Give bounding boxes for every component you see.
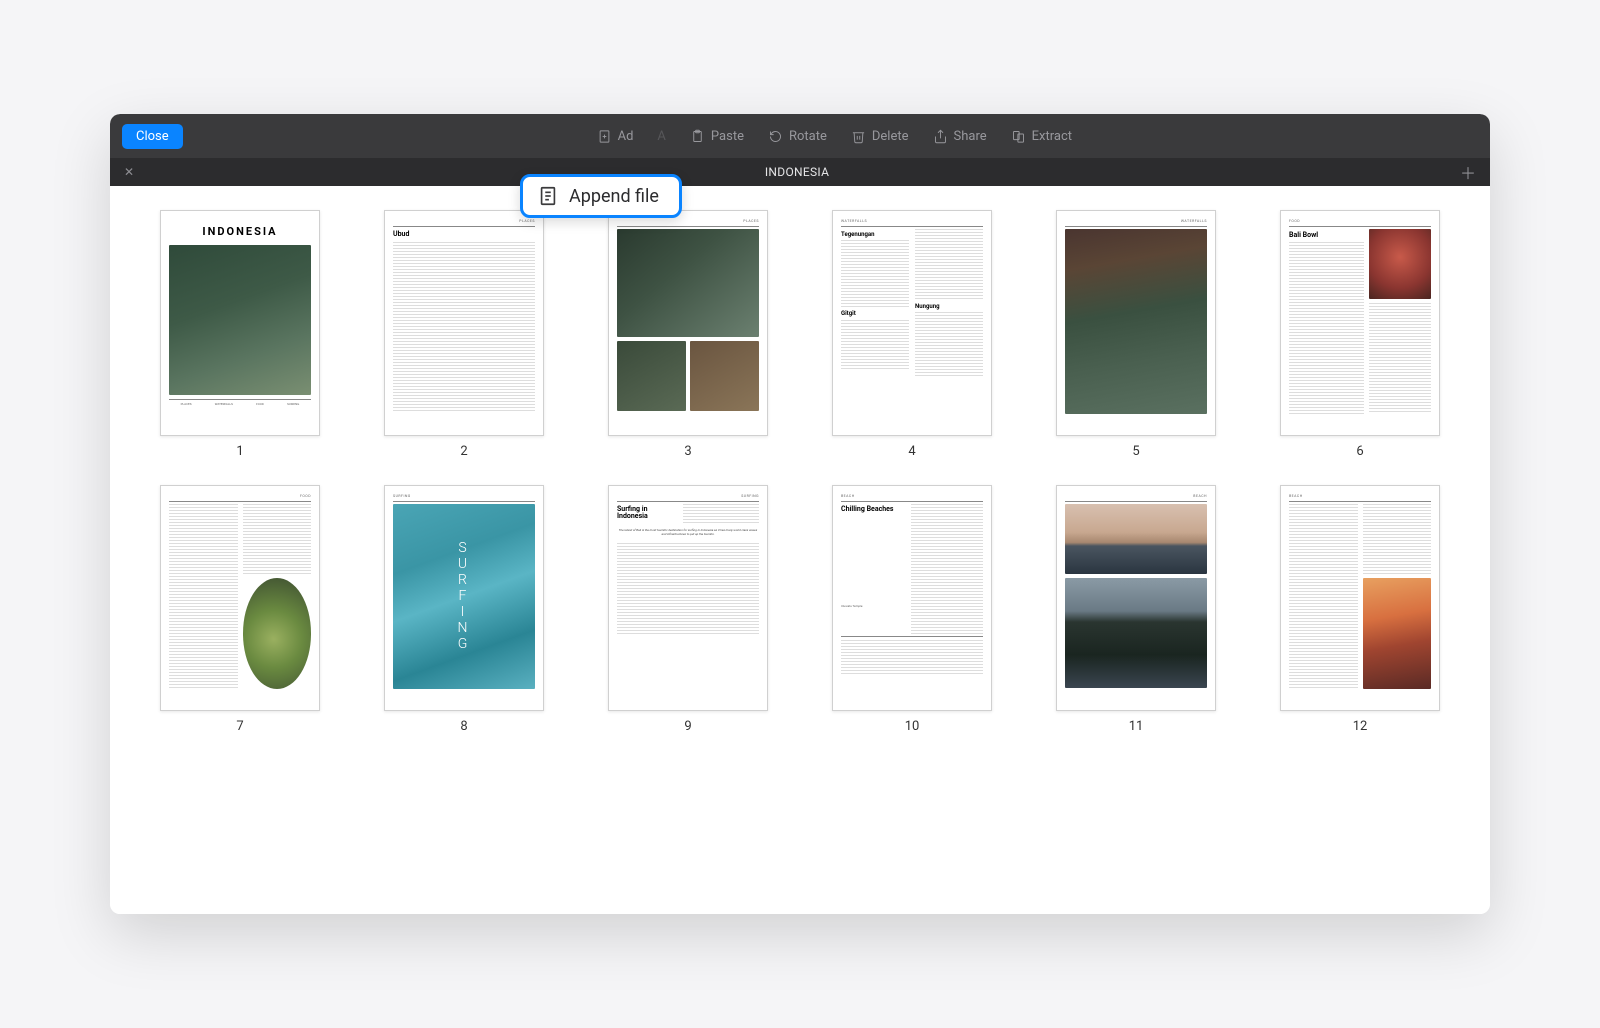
- extract-button[interactable]: Extract: [1001, 123, 1082, 150]
- nav-tab: PLACES: [181, 403, 192, 407]
- thumbnail-grid-area[interactable]: INDONESIA PLACES WATERFALLS FOOD SURFING…: [110, 186, 1490, 914]
- page-number: 6: [1356, 444, 1363, 459]
- add-button[interactable]: Ad: [587, 123, 644, 150]
- page-number: 10: [905, 719, 920, 734]
- category-label: BEACH: [841, 494, 983, 499]
- page-heading: Bali Bowl: [1289, 231, 1364, 240]
- page-title: INDONESIA: [169, 225, 311, 239]
- category-label: BEACH: [1065, 494, 1207, 499]
- category-label: WATERFALLS: [1065, 219, 1207, 224]
- rotate-label: Rotate: [789, 129, 827, 144]
- share-label: Share: [954, 129, 987, 144]
- page-number: 8: [460, 719, 467, 734]
- paste-button[interactable]: Paste: [680, 123, 754, 150]
- page-thumbnail[interactable]: PLACES Ubud: [384, 210, 544, 436]
- category-label: PLACES: [617, 219, 759, 224]
- page-heading: Surfing in Indonesia: [617, 506, 678, 521]
- append-label-bg: A: [657, 129, 665, 144]
- extract-icon: [1011, 129, 1026, 144]
- page-thumbnail[interactable]: WATERFALLS Tegenungan Gitgit N: [832, 210, 992, 436]
- page-cell: WATERFALLS 5: [1036, 210, 1236, 459]
- tab-add-button[interactable]: ＋: [1454, 160, 1482, 184]
- append-button-bg[interactable]: A: [647, 123, 675, 150]
- category-label: SURFING: [393, 494, 535, 499]
- app-window: Close Ad A Paste Rotate Delete: [110, 114, 1490, 914]
- page-thumbnail[interactable]: FOOD Bali Bowl: [1280, 210, 1440, 436]
- page-number: 5: [1132, 444, 1139, 459]
- page-number: 11: [1129, 719, 1144, 734]
- page-number: 4: [908, 444, 915, 459]
- nav-tab: FOOD: [256, 403, 264, 407]
- category-label: PLACES: [393, 219, 535, 224]
- thumbnail-grid: INDONESIA PLACES WATERFALLS FOOD SURFING…: [140, 210, 1460, 734]
- page-cell: BEACH 12: [1260, 485, 1460, 734]
- page-heading: Ubud: [393, 230, 535, 239]
- page-heading: Chilling Beaches: [841, 506, 906, 514]
- page-thumbnail[interactable]: FOOD: [160, 485, 320, 711]
- page-cell: PLACES 3: [588, 210, 788, 459]
- page-cell: BEACH Chilling Beaches Uluwatu Temple: [812, 485, 1012, 734]
- plus-page-icon: [597, 129, 612, 144]
- page-cell: PLACES Ubud 2: [364, 210, 564, 459]
- image-caption: Uluwatu Temple: [841, 605, 906, 609]
- subheading: Gitgit: [841, 310, 909, 318]
- page-number: 2: [460, 444, 467, 459]
- page-cell: INDONESIA PLACES WATERFALLS FOOD SURFING…: [140, 210, 340, 459]
- delete-label: Delete: [872, 129, 909, 144]
- tab-title: INDONESIA: [140, 165, 1454, 179]
- nav-tab: WATERFALLS: [215, 403, 233, 407]
- extract-label: Extract: [1032, 129, 1072, 144]
- page-cell: FOOD Bali Bowl: [1260, 210, 1460, 459]
- page-cell: SURFING SURFING 8: [364, 485, 564, 734]
- page-number: 3: [684, 444, 691, 459]
- close-button[interactable]: Close: [122, 124, 183, 149]
- toolbar: Close Ad A Paste Rotate Delete: [110, 114, 1490, 158]
- category-label: BEACH: [1289, 494, 1431, 499]
- rotate-icon: [768, 129, 783, 144]
- subheading: Tegenungan: [841, 231, 909, 239]
- emphasis-quote: The island of Bali is the most touristic…: [617, 529, 759, 537]
- page-thumbnail[interactable]: SURFING Surfing in Indonesia The island …: [608, 485, 768, 711]
- page-thumbnail[interactable]: INDONESIA PLACES WATERFALLS FOOD SURFING: [160, 210, 320, 436]
- tab-close-button[interactable]: ✕: [118, 165, 140, 179]
- page-number: 1: [236, 444, 243, 459]
- toolbar-actions: Ad A Paste Rotate Delete Share: [587, 123, 1082, 150]
- page-thumbnail[interactable]: SURFING SURFING: [384, 485, 544, 711]
- append-file-callout[interactable]: Append file: [520, 174, 682, 218]
- tab-bar: ✕ INDONESIA ＋: [110, 158, 1490, 186]
- paste-icon: [690, 129, 705, 144]
- paste-label: Paste: [711, 129, 744, 144]
- share-button[interactable]: Share: [923, 123, 997, 150]
- rotate-button[interactable]: Rotate: [758, 123, 837, 150]
- category-label: FOOD: [1289, 219, 1431, 224]
- category-label: WATERFALLS: [841, 219, 983, 224]
- page-number: 9: [684, 719, 691, 734]
- page-thumbnail[interactable]: BEACH: [1280, 485, 1440, 711]
- page-cell: FOOD 7: [140, 485, 340, 734]
- page-number: 12: [1353, 719, 1368, 734]
- nav-tab: SURFING: [287, 403, 299, 407]
- add-label: Ad: [618, 129, 634, 144]
- page-cell: BEACH 11: [1036, 485, 1236, 734]
- category-label: FOOD: [169, 494, 311, 499]
- delete-button[interactable]: Delete: [841, 123, 919, 150]
- category-label: SURFING: [617, 494, 759, 499]
- share-icon: [933, 129, 948, 144]
- page-thumbnail[interactable]: PLACES: [608, 210, 768, 436]
- append-file-icon: [537, 185, 559, 207]
- trash-icon: [851, 129, 866, 144]
- subheading: Nungung: [915, 303, 983, 311]
- append-file-label: Append file: [569, 186, 659, 207]
- page-number: 7: [236, 719, 243, 734]
- page-cell: WATERFALLS Tegenungan Gitgit N: [812, 210, 1012, 459]
- page-cell: SURFING Surfing in Indonesia The island …: [588, 485, 788, 734]
- page-thumbnail[interactable]: BEACH Chilling Beaches Uluwatu Temple: [832, 485, 992, 711]
- page-thumbnail[interactable]: WATERFALLS: [1056, 210, 1216, 436]
- page-thumbnail[interactable]: BEACH: [1056, 485, 1216, 711]
